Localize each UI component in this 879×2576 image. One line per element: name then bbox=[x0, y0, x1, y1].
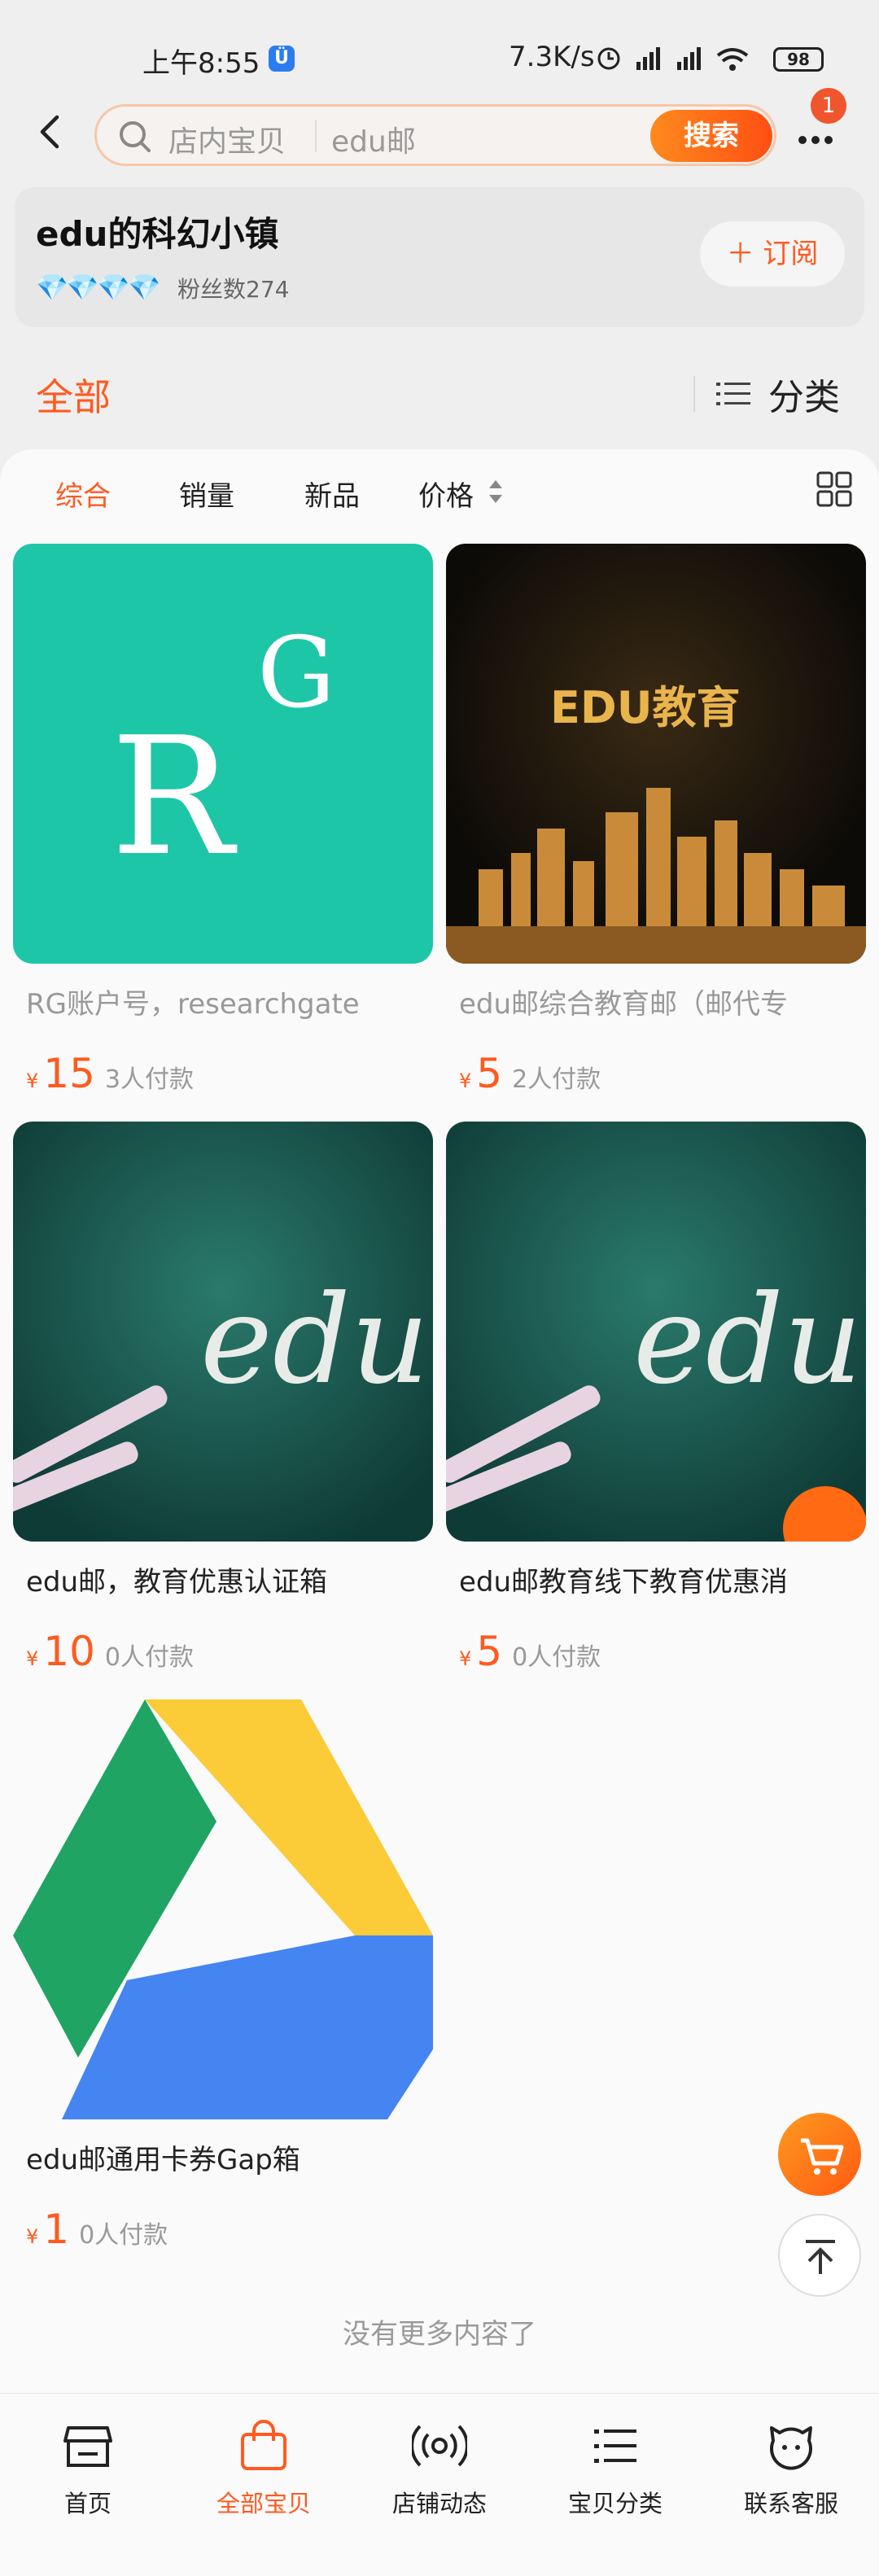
product-image-rg: R G bbox=[13, 544, 433, 964]
more-icon[interactable] bbox=[794, 120, 843, 153]
broadcast-icon bbox=[412, 2425, 467, 2467]
nav-label: 全部宝贝 bbox=[216, 2490, 311, 2517]
fans-count: 粉丝数274 bbox=[177, 276, 290, 303]
price-row: ¥1 0人付款 bbox=[26, 2206, 168, 2253]
product-card[interactable]: EDU教育 edu邮综合教育邮（邮代专 ¥5 2人付款 bbox=[446, 544, 866, 1097]
status-time: 上午8:55 bbox=[142, 47, 260, 80]
no-more-text: 没有更多内容了 bbox=[343, 2318, 536, 2351]
product-price: 15 bbox=[43, 1050, 95, 1097]
currency-symbol: ¥ bbox=[459, 1647, 472, 1670]
notification-badge: 1 bbox=[811, 88, 846, 124]
list-icon bbox=[594, 2429, 636, 2463]
subscribe-button[interactable]: ＋ 订阅 bbox=[700, 221, 845, 286]
product-card[interactable]: R G RG账户号，researchgate ¥15 3人付款 bbox=[13, 544, 433, 1097]
product-image-chalkboard: edu bbox=[446, 1122, 866, 1542]
search-bar[interactable]: 店内宝贝 edu邮 搜索 bbox=[94, 104, 776, 166]
product-price: 5 bbox=[476, 1050, 503, 1097]
currency-symbol: ¥ bbox=[26, 1647, 39, 1670]
category-button[interactable]: 分类 bbox=[768, 368, 840, 420]
list-icon[interactable] bbox=[715, 378, 752, 410]
nav-label: 宝贝分类 bbox=[567, 2490, 663, 2517]
paid-count: 0人付款 bbox=[79, 2221, 168, 2250]
cart-button[interactable] bbox=[778, 2113, 861, 2196]
product-image-drive bbox=[13, 1699, 433, 2119]
back-icon[interactable] bbox=[33, 114, 68, 150]
search-icon bbox=[120, 121, 151, 152]
sort-arrows-icon bbox=[489, 480, 502, 503]
svg-text:R: R bbox=[111, 702, 238, 892]
price-row: ¥15 3人付款 bbox=[26, 1050, 194, 1097]
arrow-up-icon bbox=[806, 2240, 835, 2274]
diamond-rating-icon: 💎💎💎💎 bbox=[36, 272, 160, 303]
battery-icon: 98 bbox=[773, 47, 824, 72]
product-panel: 综合 销量 新品 价格 R G RG账户号，researchgate ¥15 3人… bbox=[0, 449, 879, 2403]
product-image-edu-city: EDU教育 bbox=[446, 544, 866, 964]
status-bar: 上午8:55 Ü 7.3K/s 98 bbox=[0, 0, 879, 106]
shop-name: edu的科幻小镇 bbox=[36, 214, 279, 254]
price-row: ¥5 2人付款 bbox=[459, 1050, 601, 1097]
product-image-chalkboard: edu bbox=[13, 1122, 433, 1542]
app-badge-icon: Ü bbox=[269, 46, 295, 72]
nav-label: 首页 bbox=[63, 2490, 112, 2517]
svg-text:EDU教育: EDU教育 bbox=[550, 682, 741, 733]
sort-new[interactable]: 新品 bbox=[304, 474, 360, 514]
svg-text:edu: edu bbox=[200, 1270, 429, 1411]
nav-label: 联系客服 bbox=[743, 2490, 838, 2517]
price-row: ¥5 0人付款 bbox=[459, 1628, 601, 1675]
cart-icon bbox=[801, 2138, 844, 2175]
svg-text:edu: edu bbox=[633, 1270, 862, 1411]
product-price: 5 bbox=[476, 1628, 503, 1675]
chat-icon bbox=[770, 2426, 812, 2470]
store-icon bbox=[63, 2426, 112, 2467]
search-input[interactable]: edu邮 bbox=[331, 118, 416, 160]
product-title: edu邮，教育优惠认证箱 bbox=[26, 1566, 328, 1599]
price-row: ¥10 0人付款 bbox=[26, 1628, 194, 1675]
nav-shop-feed[interactable]: 店铺动态 bbox=[352, 2418, 527, 2519]
svg-text:G: G bbox=[257, 617, 335, 730]
paid-count: 0人付款 bbox=[104, 1643, 194, 1672]
tab-all[interactable]: 全部 bbox=[36, 368, 111, 422]
product-card[interactable]: edu edu邮教育线下教育优惠消 ¥5 0人付款 bbox=[446, 1122, 866, 1675]
nav-categories[interactable]: 宝贝分类 bbox=[527, 2418, 703, 2519]
sort-sales[interactable]: 销量 bbox=[179, 474, 234, 514]
product-title: edu邮教育线下教育优惠消 bbox=[459, 1566, 789, 1599]
network-speed: 7.3K/s bbox=[509, 41, 595, 73]
product-title: edu邮通用卡券Gap箱 bbox=[26, 2144, 300, 2176]
product-price: 10 bbox=[43, 1628, 95, 1675]
product-title: edu邮综合教育邮（邮代专 bbox=[459, 988, 789, 1021]
product-card[interactable]: edu edu邮，教育优惠认证箱 ¥10 0人付款 bbox=[13, 1122, 433, 1675]
bag-icon bbox=[241, 2420, 286, 2470]
nav-all-items[interactable]: 全部宝贝 bbox=[176, 2418, 352, 2519]
nav-customer-service[interactable]: 联系客服 bbox=[703, 2418, 879, 2519]
search-divider bbox=[315, 120, 317, 152]
category-divider bbox=[693, 376, 695, 412]
currency-symbol: ¥ bbox=[459, 1069, 472, 1092]
bottom-nav: 首页 全部宝贝 店铺动态 宝贝分类 联系客服 bbox=[0, 2393, 879, 2576]
sort-price[interactable]: 价格 bbox=[418, 474, 474, 514]
nav-home[interactable]: 首页 bbox=[0, 2418, 176, 2519]
search-button[interactable]: 搜索 bbox=[650, 110, 772, 162]
signal-icons bbox=[597, 47, 749, 71]
back-to-top-button[interactable] bbox=[778, 2214, 861, 2297]
shop-info-card: edu的科幻小镇 💎💎💎💎 粉丝数274 ＋ 订阅 bbox=[15, 187, 864, 327]
product-price: 1 bbox=[43, 2206, 70, 2253]
paid-count: 2人付款 bbox=[512, 1065, 601, 1094]
paid-count: 0人付款 bbox=[512, 1643, 601, 1672]
paid-count: 3人付款 bbox=[104, 1065, 194, 1094]
grid-view-icon[interactable] bbox=[816, 470, 853, 508]
sort-comprehensive[interactable]: 综合 bbox=[55, 474, 111, 514]
currency-symbol: ¥ bbox=[26, 2225, 39, 2248]
currency-symbol: ¥ bbox=[26, 1069, 39, 1092]
nav-label: 店铺动态 bbox=[391, 2490, 487, 2517]
product-card[interactable]: edu邮通用卡券Gap箱 ¥1 0人付款 bbox=[13, 1699, 433, 2253]
search-placeholder: 店内宝贝 bbox=[168, 125, 286, 159]
product-title: RG账户号，researchgate bbox=[26, 988, 360, 1021]
